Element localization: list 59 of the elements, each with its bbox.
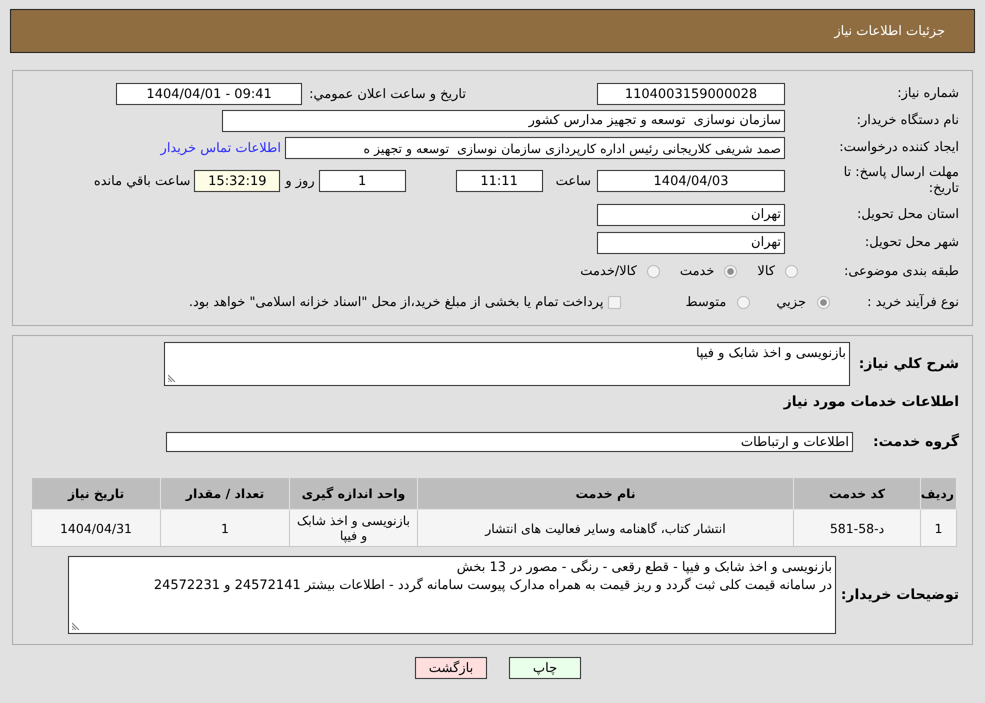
field-label: شرح کلي نیاز: xyxy=(858,356,959,372)
radio-button[interactable] xyxy=(724,265,738,278)
field-label: استان محل تحویل: xyxy=(856,206,959,222)
column-header: تاریخ نیاز xyxy=(32,478,160,510)
announcement-date-field[interactable]: 1404/04/01 - 09:41 xyxy=(116,83,302,105)
table-cell: 1 xyxy=(920,510,956,546)
remaining-time-field[interactable]: 15:32:19 xyxy=(194,170,280,192)
city-field[interactable]: تهران xyxy=(597,232,785,254)
province-field[interactable]: تهران xyxy=(597,204,785,226)
radio-button[interactable] xyxy=(785,265,798,278)
table-cell: 1404/04/31 xyxy=(32,510,160,546)
field-label: شهر محل تحویل: xyxy=(864,234,959,250)
field-label: طبقه بندی موضوعی: xyxy=(842,264,959,280)
field-label: نام دستگاه خریدار: xyxy=(856,112,959,128)
column-header: تعداد / مقدار xyxy=(160,478,290,510)
option-label: کالا/خدمت xyxy=(580,264,637,279)
table-cell: 1 xyxy=(160,510,290,546)
option-label: خدمت xyxy=(680,264,714,279)
remaining-label: ساعت باقي مانده xyxy=(94,174,190,188)
field-label: ایجاد کننده درخواست: xyxy=(838,140,959,156)
requester-field[interactable]: صمد شریفی کلاریجانی رئیس اداره کارپردازی سازمان نوسازی توسعه و تجهیز ه xyxy=(285,137,785,159)
deadline-date-field[interactable]: 1404/04/03 xyxy=(597,170,785,192)
field-label: شماره نیاز: xyxy=(896,86,959,102)
days-field[interactable]: 1 xyxy=(318,170,406,192)
radio-button[interactable] xyxy=(646,265,660,278)
back-button[interactable]: بازگشت xyxy=(415,657,487,679)
treasury-note: پرداخت تمام یا بخشی از مبلغ خرید،از محل "اسناد خزانه اسلامی" خواهد بود. xyxy=(188,295,604,310)
column-header: نام خدمت xyxy=(418,478,794,510)
field-label: توضیحات خریدار: xyxy=(840,587,959,603)
service-group-field[interactable]: اطلاعات و ارتباطات xyxy=(166,432,853,452)
need-number-field[interactable]: 1104003159000028 xyxy=(597,83,785,105)
table-cell: بازنویسی و اخذ شابک و فیپا xyxy=(290,510,418,546)
field-label: نوع فرآیند خرید : xyxy=(866,294,959,310)
field-label: گروه خدمت: xyxy=(872,434,959,450)
field-label: مهلت ارسال پاسخ: تا تاریخ: xyxy=(842,165,959,197)
radio-button[interactable] xyxy=(817,296,830,309)
buyer-organization-field[interactable]: سازمان نوسازی توسعه و تجهیز مدارس کشور xyxy=(222,110,785,132)
radio-button[interactable] xyxy=(737,296,750,309)
need-description-field[interactable]: بازنویسی و اخذ شابک و فیپا xyxy=(164,342,850,386)
column-header: کد خدمت xyxy=(794,478,920,510)
checkbox[interactable] xyxy=(608,296,622,309)
print-button[interactable]: چاپ xyxy=(509,657,581,679)
table-cell: انتشار کتاب، گاهنامه وسایر فعالیت های انتشار xyxy=(418,510,794,546)
option-label: کالا xyxy=(757,264,775,279)
field-label: تاریخ و ساعت اعلان عمومي: xyxy=(309,86,466,102)
option-label: جزيي xyxy=(776,295,806,310)
days-label: روز و xyxy=(285,174,315,188)
section-heading: اطلاعات خدمات مورد نیاز xyxy=(784,394,959,410)
page-title: جزئیات اطلاعات نیاز xyxy=(834,24,945,38)
buyer-contact-link[interactable]: اطلاعات تماس خریدار xyxy=(160,140,281,156)
column-header: ردیف xyxy=(920,478,956,510)
deadline-time-field[interactable]: 11:11 xyxy=(456,170,543,192)
buyer-notes-field[interactable]: بازنویسی و اخذ شابک و فیپا - قطع رقعی - رنگی - مصور در 13 بخش در سامانه قیمت کلی ثبت گردد و ریز قیمت به همراه مدارک پیوست سامانه گردد - اطلاعات بیشتر 24572141 و 24572231 xyxy=(68,556,836,634)
time-label: ساعت xyxy=(556,174,591,188)
column-header: واحد اندازه گیری xyxy=(290,478,418,510)
resize-grip-icon[interactable] xyxy=(168,374,176,382)
resize-grip-icon[interactable] xyxy=(72,622,80,630)
table-cell: د-58-581 xyxy=(794,510,920,546)
option-label: متوسط xyxy=(685,295,726,310)
